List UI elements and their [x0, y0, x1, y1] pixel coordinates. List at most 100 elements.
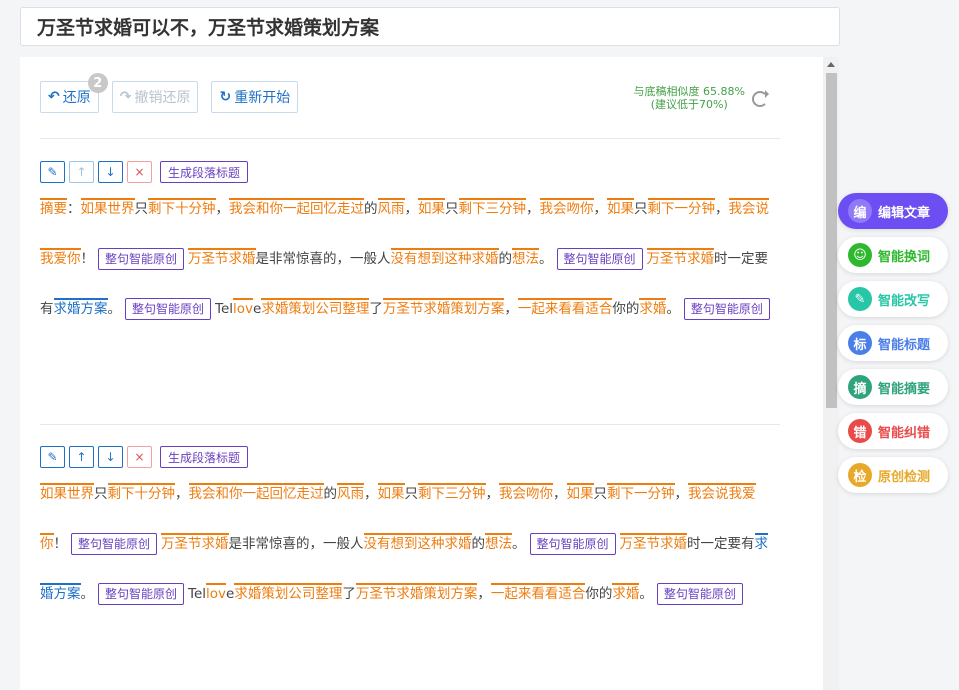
sidebar-button[interactable]: 错智能纠错 — [838, 413, 948, 449]
replaceable-word[interactable]: 求婚策划 — [396, 583, 451, 602]
replaceable-word[interactable]: 求婚 — [639, 298, 667, 317]
replaceable-word[interactable]: 回忆 — [310, 198, 337, 217]
close-icon[interactable]: × — [127, 161, 152, 183]
replaceable-word[interactable]: 如果 — [80, 198, 108, 217]
refresh-icon[interactable] — [752, 90, 769, 107]
replaceable-word[interactable]: 和你一起 — [215, 483, 270, 502]
replaceable-word[interactable]: 世界 — [107, 198, 135, 217]
scrollbar[interactable] — [823, 57, 839, 690]
replaceable-word[interactable]: 适合 — [558, 583, 586, 602]
replaceable-word[interactable]: 吻你 — [526, 483, 553, 502]
replaceable-word[interactable]: 求婚 — [687, 248, 715, 267]
replaceable-word[interactable]: 整理 — [342, 298, 370, 317]
sentence-rewrite-button[interactable]: 整句智能原创 — [71, 533, 158, 555]
replaceable-word[interactable]: 看看 — [531, 583, 559, 602]
sidebar-button[interactable]: 摘智能摘要 — [838, 369, 948, 405]
replaceable-word[interactable]: 想到 — [390, 533, 418, 552]
replaceable-word[interactable]: 求婚 — [660, 533, 688, 552]
replaceable-word[interactable]: 剩下 — [148, 198, 175, 217]
sidebar-button[interactable]: 标智能标题 — [838, 325, 948, 361]
replaceable-word[interactable]: 剩下 — [647, 198, 675, 217]
replaceable-word[interactable]: 走过 — [337, 198, 364, 217]
replaceable-word[interactable]: 我会 — [499, 483, 526, 502]
sentence-rewrite-button[interactable]: 整句智能原创 — [125, 298, 212, 320]
replaceable-word[interactable]: 万圣节 — [382, 298, 424, 317]
sidebar-button[interactable]: ☺ 智能换词 — [838, 237, 948, 273]
replaceable-word[interactable]: 风雨 — [337, 483, 364, 502]
replaceable-word[interactable]: 一分钟 — [674, 198, 715, 217]
replaceable-word[interactable]: 十分钟 — [175, 198, 216, 217]
replaceable-word[interactable]: 摘要 — [40, 198, 67, 217]
replaceable-word[interactable]: lov — [233, 298, 254, 317]
replaceable-word[interactable]: 剩下 — [458, 198, 486, 217]
replaceable-word[interactable]: 万圣节 — [619, 533, 661, 552]
replaceable-word[interactable]: 我会 — [728, 198, 756, 217]
generate-title-button[interactable]: 生成段落标题 — [160, 161, 249, 183]
replaceable-word[interactable]: 我会 — [188, 483, 216, 502]
replaceable-word[interactable]: 万圣节 — [188, 248, 229, 267]
replaceable-word[interactable]: 十分钟 — [134, 483, 175, 502]
article-title-box[interactable]: 万圣节求婚可以不，万圣节求婚策划方案 — [20, 7, 840, 46]
replaceable-word[interactable]: lov — [206, 583, 227, 602]
replaceable-word[interactable]: 求婚 — [612, 583, 640, 602]
sidebar-button[interactable]: 编编辑文章 — [838, 193, 948, 229]
replaceable-word[interactable]: 我会 — [539, 198, 567, 217]
pencil-icon[interactable]: ✎ — [40, 161, 65, 183]
replaceable-word[interactable]: 万圣节 — [355, 583, 397, 602]
replaceable-word[interactable]: 一分钟 — [634, 483, 675, 502]
replaceable-word[interactable]: 吻你 — [566, 198, 594, 217]
highlighted-phrase[interactable]: 求婚方案 — [53, 298, 108, 317]
replaceable-word[interactable]: 公司 — [315, 298, 343, 317]
replaceable-word[interactable]: 求婚策划 — [423, 298, 478, 317]
sentence-rewrite-button[interactable]: 整句智能原创 — [556, 248, 643, 270]
replaceable-word[interactable]: 剩下 — [107, 483, 135, 502]
replaceable-word[interactable]: 世界 — [67, 483, 94, 502]
replaceable-word[interactable]: 适合 — [585, 298, 613, 317]
replaceable-word[interactable]: 没有 — [363, 533, 391, 552]
replaceable-word[interactable]: 如果 — [418, 198, 445, 217]
replaceable-word[interactable]: 求婚 — [228, 248, 256, 267]
replaceable-word[interactable]: 想法 — [512, 248, 540, 267]
sidebar-button[interactable]: 检原创检测 — [838, 457, 948, 493]
replaceable-word[interactable]: 如果 — [566, 483, 594, 502]
replaceable-word[interactable]: 万圣节 — [646, 248, 688, 267]
redo-button[interactable]: ↷ 撤销还原 — [111, 81, 199, 113]
replaceable-word[interactable]: 方案 — [450, 583, 478, 602]
replaceable-word[interactable]: 没有 — [390, 248, 418, 267]
replaceable-word[interactable]: 如果 — [607, 198, 634, 217]
sentence-rewrite-button[interactable]: 整句智能原创 — [656, 583, 743, 605]
restart-button[interactable]: ↻ 重新开始 — [211, 81, 299, 113]
replaceable-word[interactable]: 想法 — [485, 533, 513, 552]
replaceable-word[interactable]: 方案 — [477, 298, 505, 317]
replaceable-word[interactable]: 走过 — [296, 483, 324, 502]
sentence-rewrite-button[interactable]: 整句智能原创 — [683, 298, 770, 320]
replaceable-word[interactable]: 想到 — [417, 248, 445, 267]
replaceable-word[interactable]: 一起来 — [517, 298, 559, 317]
replaceable-word[interactable]: 回忆 — [269, 483, 297, 502]
replaceable-word[interactable]: 和你一起 — [256, 198, 310, 217]
replaceable-word[interactable]: 求婚 — [471, 248, 499, 267]
replaceable-word[interactable]: 公司 — [288, 583, 316, 602]
replaceable-word[interactable]: 三分钟 — [485, 198, 526, 217]
generate-title-button[interactable]: 生成段落标题 — [160, 446, 249, 468]
scrollbar-thumb[interactable] — [826, 73, 837, 408]
undo-button[interactable]: ↶ 还原 2 — [40, 73, 108, 113]
arrow-up-icon[interactable]: ↑ — [69, 446, 94, 468]
replaceable-word[interactable]: 剩下 — [607, 483, 634, 502]
sentence-rewrite-button[interactable]: 整句智能原创 — [98, 583, 185, 605]
replaceable-word[interactable]: 这种 — [417, 533, 445, 552]
sentence-rewrite-button[interactable]: 整句智能原创 — [98, 248, 185, 270]
replaceable-word[interactable]: 如果 — [40, 483, 67, 502]
replaceable-word[interactable]: 求婚策划 — [261, 298, 316, 317]
replaceable-word[interactable]: 剩下 — [418, 483, 445, 502]
replaceable-word[interactable]: 整理 — [315, 583, 343, 602]
replaceable-word[interactable]: 我会 — [229, 198, 256, 217]
replaceable-word[interactable]: 如果 — [377, 483, 405, 502]
scroll-up-arrow[interactable] — [827, 62, 835, 67]
sidebar-button[interactable]: ✎ 智能改写 — [838, 281, 948, 317]
replaceable-word[interactable]: 求婚 — [444, 533, 472, 552]
replaceable-word[interactable]: 求婚策划 — [234, 583, 289, 602]
replaceable-word[interactable]: 求婚 — [201, 533, 229, 552]
sentence-rewrite-button[interactable]: 整句智能原创 — [529, 533, 616, 555]
close-icon[interactable]: × — [127, 446, 152, 468]
